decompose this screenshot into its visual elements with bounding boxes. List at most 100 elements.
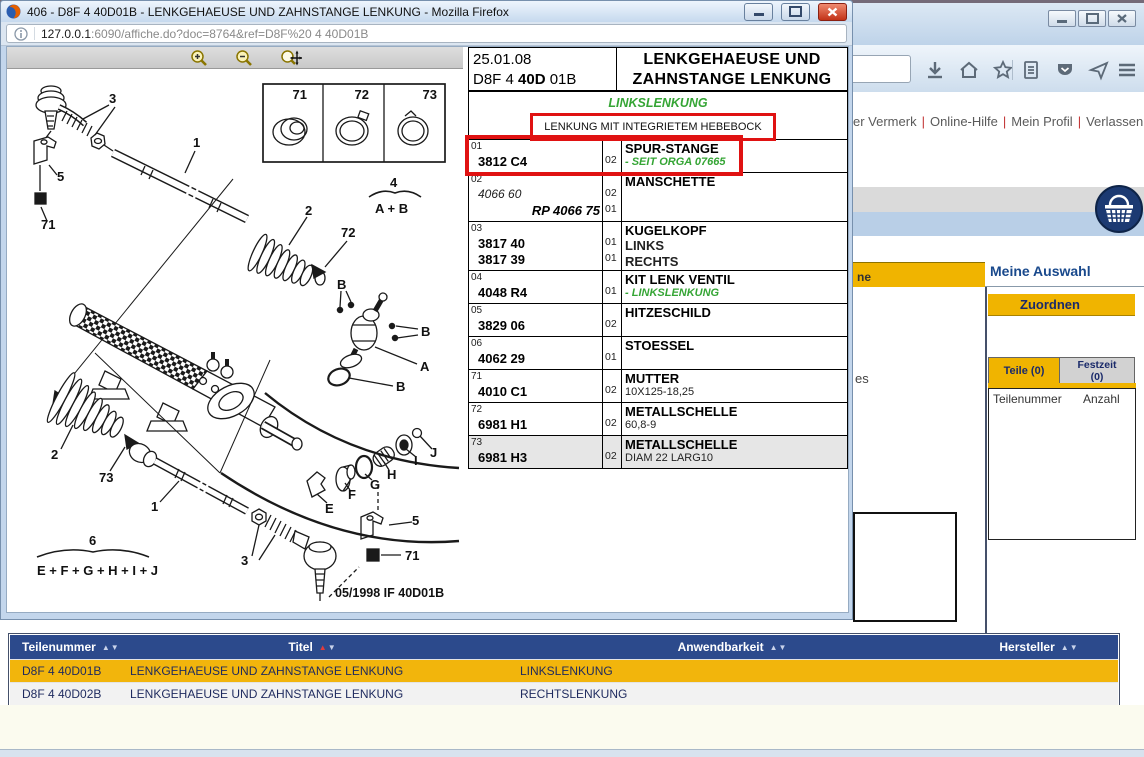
left-panel-fragment: es	[845, 287, 987, 677]
nav-link-online-hilfe[interactable]: Online-Hilfe	[930, 114, 998, 129]
close-icon	[1117, 14, 1127, 23]
inset-label-72: 72	[355, 87, 369, 102]
basket-icon[interactable]	[1094, 184, 1144, 239]
parts-row-02[interactable]: 024066 60RP 4066 75 0201 MANSCHETTE	[469, 173, 847, 222]
back-minimize-button[interactable]	[1048, 10, 1076, 27]
minimize-button[interactable]	[744, 3, 773, 21]
pocket-icon[interactable]	[1052, 57, 1078, 83]
callout-B: B	[337, 277, 346, 292]
maximize-icon	[1086, 13, 1099, 24]
close-button[interactable]	[818, 3, 847, 21]
send-icon[interactable]	[1086, 57, 1112, 83]
zoom-out-icon[interactable]	[235, 49, 253, 67]
parts-row-73[interactable]: 736981 H3 02 METALLSCHELLEDIAM 22 LARG10	[469, 436, 847, 469]
group-bottom-num: 6	[89, 533, 96, 548]
page-content: 71 72 73 3 1 5 71 2 72 4 A + B B B A B 2	[6, 46, 849, 613]
parts-row-06[interactable]: 064062 29 01 STOESSEL	[469, 337, 847, 370]
selection-col-anzahl: Anzahl	[1083, 392, 1131, 406]
selection-col-teilenummer: Teilenummer	[993, 392, 1083, 406]
bottom-strip	[0, 749, 1144, 757]
callout-1: 1	[151, 499, 158, 514]
parts-row-71[interactable]: 714010 C1 02 MUTTER10X125-18,25	[469, 370, 847, 403]
url-bar[interactable]: 127.0.0.1:6090/affiche.do?doc=8764&ref=D…	[6, 24, 847, 43]
callout-B: B	[396, 379, 405, 394]
col-header-anwendbarkeit[interactable]: Anwendbarkeit▲▼	[505, 640, 960, 654]
callout-2: 2	[51, 447, 58, 462]
nav-separator: |	[1003, 114, 1006, 129]
annotation-box-note: LENKUNG MIT INTEGRIETEM HEBEBOCK	[530, 113, 776, 141]
results-row[interactable]: D8F 4 40D02B LENKGEHAEUSE UND ZAHNSTANGE…	[10, 682, 1118, 705]
inset-label-73: 73	[423, 87, 437, 102]
callout-2: 2	[305, 203, 312, 218]
diagram-panel: 71 72 73 3 1 5 71 2 72 4 A + B B B A B 2	[7, 47, 463, 612]
parts-row-03[interactable]: 033817 403817 39 0101 KUGELKOPFLINKSRECH…	[469, 222, 847, 271]
parts-row-01[interactable]: 013812 C4 02 SPUR-STANGE- SEIT ORGA 0766…	[469, 140, 847, 173]
selection-list: Teilenummer Anzahl	[988, 388, 1136, 540]
diagram-stamp: 05/1998 IF 40D01B	[335, 586, 444, 600]
back-close-button[interactable]	[1108, 10, 1136, 27]
download-icon[interactable]	[922, 57, 948, 83]
nav-separator: |	[1078, 114, 1081, 129]
nav-link-mein-profil[interactable]: Mein Profil	[1011, 114, 1072, 129]
callout-5: 5	[57, 169, 64, 184]
reading-list-icon[interactable]	[1018, 57, 1044, 83]
back-maximize-button[interactable]	[1078, 10, 1106, 27]
maximize-icon	[789, 6, 802, 17]
tab-festzeit[interactable]: Festzeit (0)	[1060, 357, 1135, 383]
window-titlebar[interactable]: 406 - D8F 4 40D01B - LENKGEHAEUSE UND ZA…	[1, 1, 852, 22]
exploded-parts-diagram[interactable]: 71 72 73 3 1 5 71 2 72 4 A + B B B A B 2	[7, 69, 463, 612]
inset-label-71: 71	[293, 87, 307, 102]
callout-H: H	[387, 467, 396, 482]
nav-separator: |	[922, 114, 925, 129]
doc-date: 25.01.08	[473, 50, 616, 70]
nav-link-vermerk[interactable]: er Vermerk	[853, 114, 917, 129]
diagram-toolbar	[7, 47, 463, 69]
zoom-pan-icon[interactable]	[280, 49, 302, 67]
page-footer-area	[0, 705, 1144, 749]
assign-button[interactable]: Zuordnen	[988, 294, 1135, 316]
search-field-fragment[interactable]	[845, 55, 911, 83]
desktop: er Vermerk | Online-Hilfe | Mein Profil | Verl…	[0, 0, 1144, 757]
callout-5: 5	[412, 513, 419, 528]
results-row-selected[interactable]: D8F 4 40D01B LENKGEHAEUSE UND ZAHNSTANGE…	[10, 659, 1118, 682]
group-top-num: 4	[390, 175, 398, 190]
page-info-icon	[14, 27, 28, 41]
tab-festzeit-label: Festzeit	[1077, 359, 1116, 371]
parts-list-panel: 25.01.08 D8F 4 40D 01B LENKGEHAEUSE UND …	[468, 47, 848, 469]
maximize-button[interactable]	[781, 3, 810, 21]
doc-reference: D8F 4 40D 01B	[473, 70, 616, 90]
callout-A: A	[420, 359, 430, 374]
parts-title: LENKGEHAEUSE UND ZAHNSTANGE LENKUNG	[617, 48, 847, 90]
url-host: 127.0.0.1	[41, 27, 91, 41]
url-path: :6090/affiche.do?doc=8764&ref=D8F%20 4 4…	[91, 27, 368, 41]
zoom-in-icon[interactable]	[190, 49, 208, 67]
callout-E: E	[325, 501, 334, 516]
col-header-titel[interactable]: Titel▲▼	[120, 640, 505, 654]
callout-I: I	[414, 453, 418, 468]
parts-row-04[interactable]: 044048 R4 01 KIT LENK VENTIL- LINKSLENKU…	[469, 271, 847, 304]
callout-1: 1	[193, 135, 200, 150]
parts-row-72[interactable]: 726981 H1 02 METALLSCHELLE60,8-9	[469, 403, 847, 436]
col-header-teilenummer[interactable]: Teilenummer▲▼	[10, 640, 120, 654]
hidden-tab-fragment[interactable]: ne	[845, 262, 985, 288]
menu-icon[interactable]	[1114, 57, 1140, 83]
col-header-hersteller[interactable]: Hersteller▲▼	[960, 640, 1118, 654]
firefox-window: 406 - D8F 4 40D01B - LENKGEHAEUSE UND ZA…	[0, 0, 853, 620]
callout-G: G	[370, 477, 380, 492]
parts-row-05[interactable]: 053829 06 02 HITZESCHILD	[469, 304, 847, 337]
partial-text: es	[855, 371, 869, 386]
selection-panel-title: Meine Auswahl	[990, 263, 1091, 279]
selection-panel-rule	[985, 286, 1144, 287]
site-nav-links: er Vermerk | Online-Hilfe | Mein Profil | Verl…	[853, 114, 1140, 129]
tab-teile[interactable]: Teile (0)	[988, 357, 1060, 383]
minimize-icon	[754, 13, 764, 16]
callout-71: 71	[405, 548, 419, 563]
nav-link-verlassen[interactable]: Verlassen	[1086, 114, 1143, 129]
close-icon	[827, 7, 838, 17]
callout-72: 72	[341, 225, 355, 240]
home-icon[interactable]	[956, 57, 982, 83]
results-table: Teilenummer▲▼ Titel▲▼ Anwendbarkeit▲▼ He…	[8, 633, 1120, 707]
tab-fragment-label: ne	[857, 270, 871, 284]
group-top-formula: A + B	[375, 201, 408, 216]
callout-3: 3	[241, 553, 248, 568]
